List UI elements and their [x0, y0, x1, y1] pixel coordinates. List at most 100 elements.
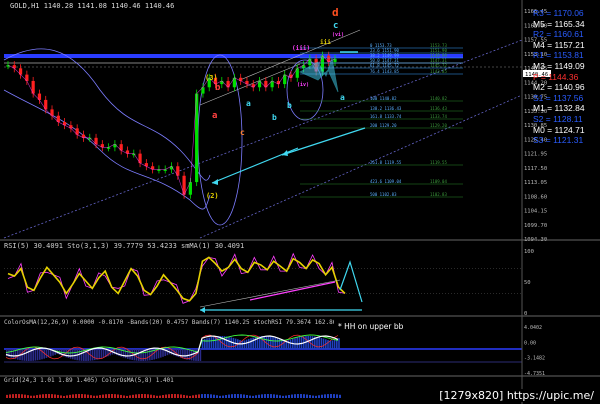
bottom-bar: [255, 395, 257, 398]
fib-level-label: 1119.55: [430, 160, 447, 165]
bottom-bar: [195, 394, 197, 398]
bottom-bar: [207, 394, 209, 398]
pivot-level: S3 = 1121.31: [533, 135, 584, 146]
hh-annotation: * HH on upper bb: [338, 322, 404, 331]
bottom-bar: [72, 394, 74, 398]
arrow-head: [200, 307, 205, 313]
trend-arrow: [281, 127, 366, 156]
bottom-bar: [282, 395, 284, 398]
price-tick-label: 1104.15: [524, 209, 547, 215]
bottom-bar: [126, 395, 128, 398]
pivot-level: M5 = 1165.34: [533, 18, 585, 29]
osc-bar: [329, 340, 331, 349]
bottom-bar: [315, 395, 317, 398]
bottom-bar: [267, 394, 269, 398]
bottom-pane: [6, 394, 341, 398]
bottom-bar: [297, 394, 299, 398]
bottom-bar: [210, 394, 212, 398]
bottom-bar: [300, 394, 302, 398]
bottom-bar: [114, 394, 116, 398]
bottom-bar: [147, 394, 149, 398]
bottom-bar: [159, 395, 161, 398]
bottom-bar: [18, 394, 20, 398]
bottom-bar: [81, 394, 83, 398]
osc-bar: [208, 337, 210, 349]
pivot-level: P = 1144.36: [533, 71, 579, 82]
wave-label: c: [240, 128, 245, 137]
bottom-bar: [234, 394, 236, 398]
bottom-bar: [54, 394, 56, 398]
fib-level-label: 1140.82: [430, 96, 447, 101]
osc-bar: [28, 349, 30, 361]
bottom-bar: [279, 395, 281, 398]
bottom-bar: [24, 394, 26, 398]
osc-bar: [228, 336, 230, 349]
bottom-bar: [330, 394, 332, 398]
osc-bar: [248, 338, 250, 349]
bottom-bar: [141, 394, 143, 398]
bottom-bar: [27, 395, 29, 398]
bottom-bar: [132, 394, 134, 398]
chart-canvas[interactable]: 1166.451162.001157.551153.101148.651144.…: [0, 0, 600, 404]
wave-label: a: [246, 99, 251, 108]
fib-level-label: 1129.20: [430, 123, 447, 128]
bottom-bar: [165, 394, 167, 398]
fib-level-label: 1145.72: [430, 63, 447, 68]
channel-line: [199, 94, 523, 239]
pivot-level: R2 = 1160.61: [533, 29, 584, 40]
pivot-level: M4 = 1157.21: [533, 39, 585, 50]
bottom-bar: [273, 394, 275, 398]
osc-tick-label: 0.00: [524, 340, 536, 346]
bottom-bar: [240, 394, 242, 398]
bottom-bar: [222, 395, 224, 398]
bottom-bar: [156, 395, 158, 398]
rsi-tick-label: 50: [524, 280, 531, 286]
bottom-bar: [336, 394, 338, 398]
osc-bar: [166, 349, 169, 356]
bottom-bar: [303, 394, 305, 398]
fib-level-label: 500 1102.83: [370, 192, 397, 197]
price-tick-label: 1117.50: [524, 166, 547, 172]
wave-label: b: [215, 83, 221, 93]
bottom-bar: [192, 395, 194, 398]
bottom-bar: [318, 395, 320, 398]
watermark-footer: [1279x820] https://upic.me/: [437, 389, 596, 402]
bottom-bar: [117, 394, 119, 398]
wave-label: a: [212, 111, 217, 121]
fib-level-label: 76.4 1143.85: [370, 69, 399, 74]
fib-level-label: 161.8 1133.74: [370, 114, 402, 119]
osc-bar: [204, 338, 206, 349]
bottom-bar: [69, 394, 71, 398]
fib-level-label: 1133.74: [430, 114, 447, 119]
bottom-bar: [270, 394, 272, 398]
osc-bar: [320, 337, 323, 349]
wave-label: a: [340, 93, 345, 102]
pivot-level: S1 = 1137.56: [533, 92, 584, 103]
osc-bar: [149, 349, 151, 361]
osc-tick-label: -3.1482: [524, 356, 545, 362]
fib-level-label: 423.6 1109.04: [370, 179, 402, 184]
osc-bar: [206, 338, 208, 349]
fib-level-label: 138.2 1136.43: [370, 106, 402, 111]
bottom-bar: [258, 394, 260, 398]
fib-level-label: 261.8 1119.55: [370, 160, 402, 165]
bottom-bar: [339, 394, 341, 398]
osc-bar: [12, 349, 15, 359]
bottom-bar: [180, 394, 182, 398]
osc-bar: [322, 338, 325, 349]
osc-bar: [278, 338, 281, 349]
bottom-bar: [42, 394, 44, 398]
oscillator-pane: 4.04020.00-3.1482-4.7351: [4, 325, 545, 377]
osc-bar: [217, 336, 219, 349]
osc-bar: [263, 336, 265, 349]
osc-bar: [239, 340, 241, 349]
bottom-bar: [6, 394, 8, 398]
fib-level-label: 1109.04: [430, 179, 447, 184]
bottom-bar: [174, 394, 176, 398]
fib-level-label: 100 1140.82: [370, 96, 397, 101]
wave-label: (vi): [332, 32, 344, 38]
bottom-bar: [33, 395, 35, 398]
osc-bar: [72, 349, 74, 360]
osc-bar: [296, 337, 298, 349]
rsi-tick-label: 100: [524, 249, 534, 255]
